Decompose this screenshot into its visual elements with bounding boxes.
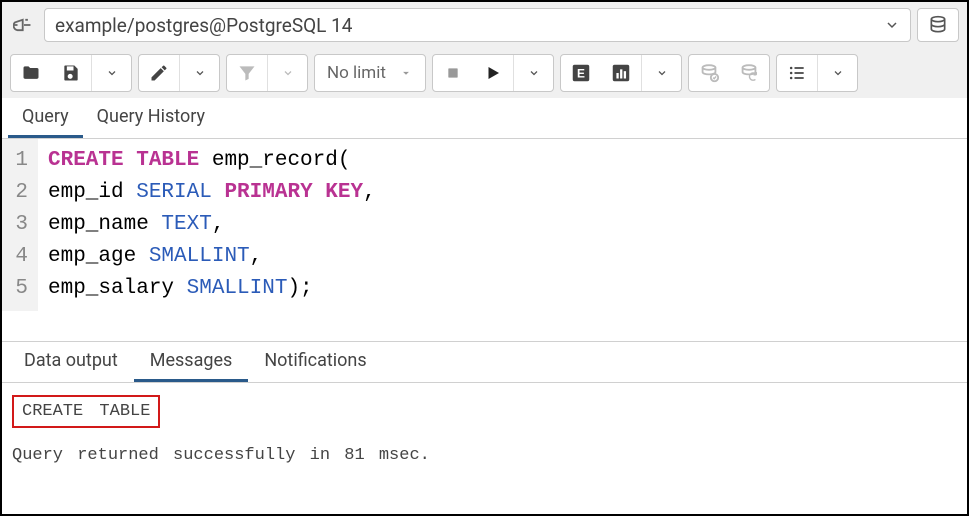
messages-panel: CREATE TABLE Query returned successfully… [2,383,967,477]
code-area[interactable]: CREATE TABLE emp_record(emp_id SERIAL PR… [38,139,386,311]
stop-button[interactable] [433,55,473,91]
explain-analyze-button[interactable] [601,55,641,91]
editor-tabs: Query Query History [2,98,967,139]
macro-button[interactable] [777,55,817,91]
macro-dropdown[interactable] [817,55,857,91]
line-gutter: 12345 [2,139,38,311]
tab-data-output[interactable]: Data output [8,342,134,382]
connection-label: example/postgres@PostgreSQL 14 [55,14,353,37]
tab-notifications[interactable]: Notifications [248,342,382,382]
open-file-button[interactable] [11,55,51,91]
save-dropdown[interactable] [91,55,131,91]
edit-dropdown[interactable] [179,55,219,91]
toolbar: No limit E [2,48,967,98]
sql-editor[interactable]: 12345 CREATE TABLE emp_record(emp_id SER… [2,139,967,311]
connection-bar: example/postgres@PostgreSQL 14 [2,2,967,48]
edit-button[interactable] [139,55,179,91]
filter-dropdown[interactable] [267,55,307,91]
explain-dropdown[interactable] [641,55,681,91]
plug-icon [10,11,38,39]
execute-dropdown[interactable] [513,55,553,91]
filter-button[interactable] [227,55,267,91]
tab-query[interactable]: Query [8,98,83,138]
svg-text:E: E [577,67,585,81]
result-message: CREATE TABLE [12,395,160,428]
limit-label: No limit [327,63,386,83]
save-button[interactable] [51,55,91,91]
status-message: Query returned successfully in 81 msec. [12,446,957,465]
execute-button[interactable] [473,55,513,91]
connection-select[interactable]: example/postgres@PostgreSQL 14 [44,8,911,42]
tab-query-history[interactable]: Query History [83,98,219,138]
chevron-down-icon [884,17,900,33]
rollback-button[interactable] [729,55,769,91]
tab-messages[interactable]: Messages [134,342,249,382]
output-tabs: Data output Messages Notifications [2,341,967,383]
explain-button[interactable]: E [561,55,601,91]
server-button[interactable] [917,8,959,42]
commit-button[interactable] [689,55,729,91]
limit-select[interactable]: No limit [315,55,425,91]
